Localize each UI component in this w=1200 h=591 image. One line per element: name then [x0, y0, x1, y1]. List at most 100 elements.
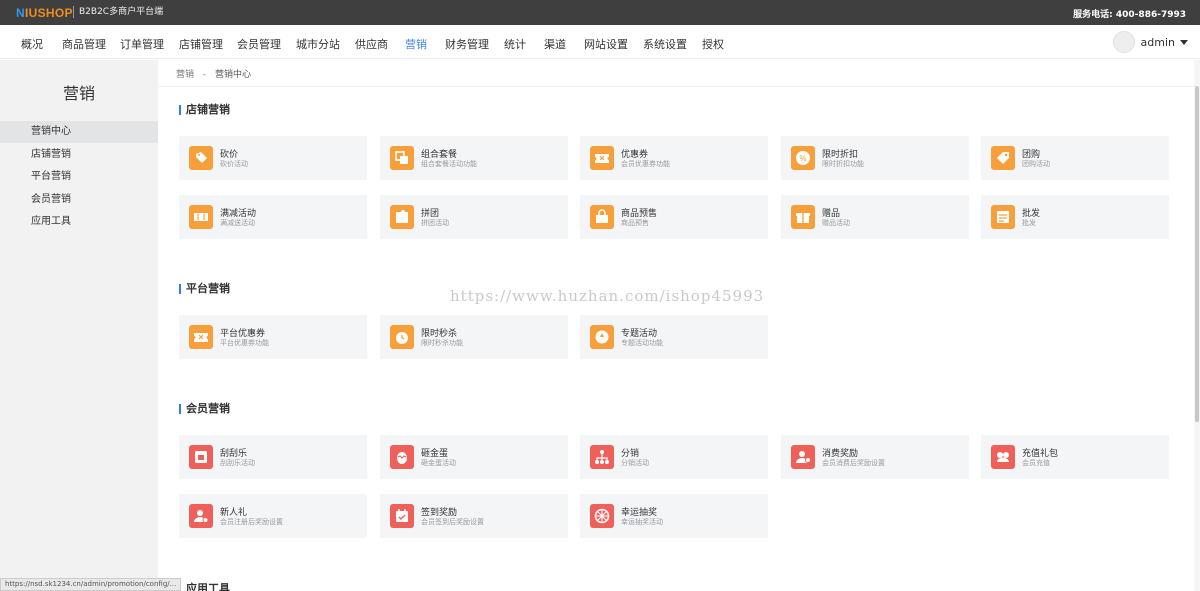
card-description: 刮刮乐活动	[220, 459, 255, 467]
marketing-card[interactable]: 砍价 砍价活动	[179, 136, 367, 180]
svg-text:%: %	[799, 154, 806, 163]
newcomer-icon	[189, 504, 213, 528]
card-description: 限时秒杀功能	[421, 339, 463, 347]
section-title-shop-marketing: 店铺营销	[179, 103, 230, 116]
card-description: 分销活动	[621, 459, 649, 467]
card-description: 满减送活动	[220, 219, 255, 227]
status-bar-url: https://nsd.sk1234.cn/admin/promotion/co…	[0, 578, 182, 591]
marketing-card[interactable]: 新人礼 会员注册后奖励设置	[179, 494, 367, 538]
logo[interactable]: NIUSHOP	[16, 6, 73, 20]
bargain-icon	[189, 146, 213, 170]
card-description: 会员优惠券功能	[621, 160, 670, 168]
card-description: 组合套餐活动功能	[421, 160, 477, 168]
card-description: 会员签到后奖励设置	[421, 518, 484, 526]
service-phone: 服务电话: 400-886-7993	[1073, 10, 1186, 20]
alarm-clock-icon	[390, 325, 414, 349]
card-description: 限时折扣功能	[822, 160, 864, 168]
sidebar-item-app-tools[interactable]: 应用工具	[0, 211, 158, 233]
card-description: 砍价活动	[220, 160, 248, 168]
marketing-card[interactable]: 优惠券 会员优惠券功能	[580, 136, 768, 180]
groupbuy-icon	[991, 146, 1015, 170]
nav-item-shops[interactable]: 店铺管理	[179, 36, 223, 52]
logo-divider	[73, 6, 74, 18]
puzzle-icon	[390, 205, 414, 229]
card-description: 商品预售	[621, 219, 649, 227]
card-description: 平台优惠券功能	[220, 339, 269, 347]
card-description: 团购活动	[1022, 160, 1050, 168]
card-description: 砸金蛋活动	[421, 459, 456, 467]
coupon-icon	[590, 146, 614, 170]
card-description: 会员充值	[1022, 459, 1050, 467]
consume-reward-icon	[791, 445, 815, 469]
marketing-card[interactable]: 满减活动 满减送活动	[179, 195, 367, 239]
marketing-card[interactable]: % 限时折扣 限时折扣功能	[781, 136, 969, 180]
sidebar-item-marketing-center[interactable]: 营销中心	[0, 121, 158, 143]
card-description: 会员注册后奖励设置	[220, 518, 283, 526]
nav-item-goods[interactable]: 商品管理	[62, 36, 106, 52]
avatar[interactable]	[1112, 31, 1135, 53]
scrollbar-thumb[interactable]	[1195, 86, 1199, 422]
breadcrumb-separator: -	[202, 70, 207, 80]
section-title-app-tools: 应用工具	[179, 582, 230, 591]
marketing-card[interactable]: 分销 分销活动	[580, 435, 768, 479]
wholesale-icon	[991, 205, 1015, 229]
marketing-card[interactable]: 刮刮乐 刮刮乐活动	[179, 435, 367, 479]
coupon-icon	[189, 325, 213, 349]
nav-item-orders[interactable]: 订单管理	[120, 36, 164, 52]
marketing-card[interactable]: 批发 批发	[981, 195, 1169, 239]
distribution-icon	[590, 445, 614, 469]
lucky-wheel-icon	[590, 504, 614, 528]
gift-icon	[791, 205, 815, 229]
sidebar-item-member-marketing[interactable]: 会员营销	[0, 189, 158, 211]
caret-down-icon[interactable]	[1180, 39, 1188, 45]
card-description: 会员消费后奖励设置	[822, 459, 885, 467]
section-title-member-marketing: 会员营销	[179, 402, 230, 415]
marketing-card[interactable]: 组合套餐 组合套餐活动功能	[380, 136, 568, 180]
platform-subtitle: B2B2C多商户平台端	[79, 7, 164, 17]
user-name[interactable]: admin	[1141, 36, 1175, 49]
nav-item-overview[interactable]: 概况	[21, 36, 43, 52]
full-reduction-icon	[189, 205, 213, 229]
nav-item-supplier[interactable]: 供应商	[355, 36, 388, 52]
marketing-card[interactable]: 签到奖励 会员签到后奖励设置	[380, 494, 568, 538]
sidebar-item-shop-marketing[interactable]: 店铺营销	[0, 144, 158, 166]
card-description: 幸运抽奖活动	[621, 518, 663, 526]
watermark: https://www.huzhan.com/ishop45993	[450, 287, 765, 305]
marketing-card[interactable]: 限时秒杀 限时秒杀功能	[380, 315, 568, 359]
bundle-icon	[390, 146, 414, 170]
recharge-gift-icon	[991, 445, 1015, 469]
marketing-card[interactable]: 充值礼包 会员充值	[981, 435, 1169, 479]
marketing-card[interactable]: 专题活动 专题活动功能	[580, 315, 768, 359]
nav-item-stats[interactable]: 统计	[504, 36, 526, 52]
section-title-platform-marketing: 平台营销	[179, 282, 230, 295]
breadcrumb-divider	[158, 86, 1194, 87]
nav-item-site-settings[interactable]: 网站设置	[584, 36, 628, 52]
marketing-card[interactable]: 砸金蛋 砸金蛋活动	[380, 435, 568, 479]
top-bar: NIUSHOP B2B2C多商户平台端 服务电话: 400-886-7993	[0, 0, 1200, 25]
breadcrumb-parent[interactable]: 营销	[176, 70, 194, 80]
nav-item-system-settings[interactable]: 系统设置	[643, 36, 687, 52]
marketing-card[interactable]: 团购 团购活动	[981, 136, 1169, 180]
sidebar-item-platform-marketing[interactable]: 平台营销	[0, 166, 158, 188]
golden-egg-icon	[390, 445, 414, 469]
card-description: 拼团活动	[421, 219, 449, 227]
card-description: 专题活动功能	[621, 339, 663, 347]
nav-item-license[interactable]: 授权	[702, 36, 724, 52]
card-description: 赠品活动	[822, 219, 850, 227]
marketing-card[interactable]: 商品预售 商品预售	[580, 195, 768, 239]
nav-item-finance[interactable]: 财务管理	[445, 36, 489, 52]
breadcrumb-current: 营销中心	[215, 70, 252, 80]
marketing-card[interactable]: 幸运抽奖 幸运抽奖活动	[580, 494, 768, 538]
nav-item-channel[interactable]: 渠道	[544, 36, 566, 52]
presale-icon	[590, 205, 614, 229]
marketing-card[interactable]: 赠品 赠品活动	[781, 195, 969, 239]
topic-icon	[590, 325, 614, 349]
nav-item-marketing[interactable]: 营销	[405, 36, 427, 52]
sidebar-title: 营销	[62, 84, 95, 103]
nav-item-members[interactable]: 会员管理	[237, 36, 281, 52]
user-menu[interactable]: admin	[1112, 31, 1188, 53]
marketing-card[interactable]: 消费奖励 会员消费后奖励设置	[781, 435, 969, 479]
marketing-card[interactable]: 拼团 拼团活动	[380, 195, 568, 239]
marketing-card[interactable]: 平台优惠券 平台优惠券功能	[179, 315, 367, 359]
nav-item-city[interactable]: 城市分站	[296, 36, 340, 52]
